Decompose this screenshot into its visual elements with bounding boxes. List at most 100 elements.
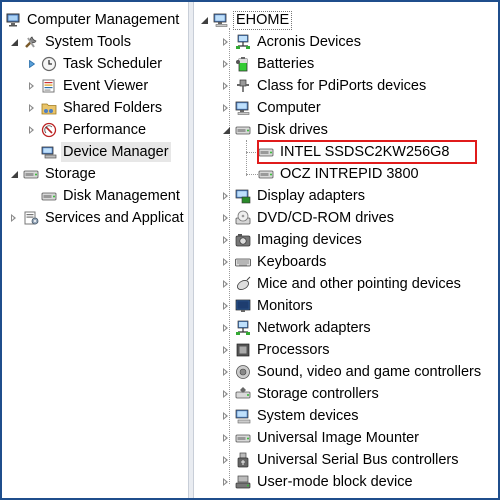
computer-icon [235, 100, 251, 116]
category-mice[interactable]: Mice and other pointing devices [220, 274, 463, 294]
block-device-icon [235, 474, 251, 490]
category-processors[interactable]: Processors [220, 340, 332, 360]
tree-label: Mice and other pointing devices [257, 276, 461, 292]
category-computer[interactable]: Computer [220, 98, 323, 118]
tree-item-shared-folders[interactable]: Shared Folders [26, 98, 164, 118]
tree-item-task-scheduler[interactable]: Task Scheduler [26, 54, 164, 74]
tree-item-disk-management[interactable]: Disk Management [26, 186, 182, 206]
expand-toggle[interactable] [26, 76, 38, 96]
category-user-mode-block-device[interactable]: User-mode block device [220, 472, 415, 492]
expand-toggle[interactable] [220, 472, 232, 492]
collapse-toggle[interactable] [220, 120, 232, 140]
expand-toggle[interactable] [220, 362, 232, 382]
expand-toggle[interactable] [26, 120, 38, 140]
tree-label: Keyboards [257, 254, 327, 270]
tree-item-computer-root[interactable]: EHOME [198, 10, 293, 30]
expand-toggle[interactable] [220, 406, 232, 426]
tree-label: User-mode block device [257, 474, 413, 490]
expand-toggle[interactable] [220, 230, 232, 250]
plug-icon [235, 78, 251, 94]
tree-item-event-viewer[interactable]: Event Viewer [26, 76, 150, 96]
tree-item-computer-management[interactable]: Computer Management [2, 10, 181, 30]
expand-toggle[interactable] [220, 186, 232, 206]
category-system-devices[interactable]: System devices [220, 406, 361, 426]
tree-item-services[interactable]: Services and Applicat [8, 208, 186, 228]
tree-label: OCZ INTREPID 3800 [280, 166, 419, 182]
tree-label: Imaging devices [257, 232, 362, 248]
collapse-toggle[interactable] [8, 164, 20, 184]
clock-icon [41, 56, 57, 72]
highlight-box [257, 140, 477, 164]
tree-item-performance[interactable]: Performance [26, 120, 148, 140]
collapse-toggle[interactable] [198, 10, 210, 30]
category-sound[interactable]: Sound, video and game controllers [220, 362, 483, 382]
device-tree-pane[interactable]: EHOME Acronis Devices Batteries Class fo… [194, 2, 498, 498]
expand-toggle[interactable] [220, 252, 232, 272]
tree-item-storage[interactable]: Storage [8, 164, 98, 184]
category-pdiports[interactable]: Class for PdiPorts devices [220, 76, 428, 96]
tree-label: Event Viewer [63, 78, 149, 94]
toggle-spacer [26, 186, 38, 206]
expand-toggle[interactable] [220, 208, 232, 228]
storage-controller-icon [235, 386, 251, 402]
display-adapter-icon [235, 188, 251, 204]
tree-label: Acronis Devices [257, 34, 361, 50]
performance-icon [41, 122, 57, 138]
console-tree-pane[interactable]: Computer Management System Tools Task Sc… [2, 2, 188, 498]
tree-label: Network adapters [257, 320, 371, 336]
expand-toggle[interactable] [26, 54, 38, 74]
tree-connector [246, 140, 247, 176]
expand-toggle[interactable] [220, 450, 232, 470]
window-frame: Computer Management System Tools Task Sc… [0, 0, 500, 500]
tree-label: Storage [45, 166, 96, 182]
tree-item-device-manager[interactable]: Device Manager [26, 142, 171, 162]
tree-label: Task Scheduler [63, 56, 163, 72]
category-acronis[interactable]: Acronis Devices [220, 32, 363, 52]
expand-toggle[interactable] [8, 208, 20, 228]
keyboard-icon [235, 254, 251, 270]
tree-label: Performance [63, 122, 147, 138]
collapse-toggle[interactable] [8, 32, 20, 52]
expand-toggle[interactable] [220, 32, 232, 52]
tree-label: Services and Applicat [45, 210, 184, 226]
tree-label: EHOME [233, 10, 293, 30]
system-device-icon [235, 408, 251, 424]
disk-drive-icon [235, 122, 251, 138]
expand-toggle[interactable] [220, 76, 232, 96]
tree-label: Display adapters [257, 188, 365, 204]
expand-toggle[interactable] [220, 296, 232, 316]
expand-toggle[interactable] [220, 340, 232, 360]
tree-label: Batteries [257, 56, 315, 72]
expand-toggle[interactable] [220, 54, 232, 74]
expand-toggle[interactable] [220, 274, 232, 294]
category-monitors[interactable]: Monitors [220, 296, 315, 316]
expand-toggle[interactable] [220, 318, 232, 338]
category-batteries[interactable]: Batteries [220, 54, 316, 74]
category-disk-drives[interactable]: Disk drives [220, 120, 330, 140]
image-mounter-icon [235, 430, 251, 446]
tree-item-system-tools[interactable]: System Tools [8, 32, 133, 52]
device-ocz-intrepid[interactable]: OCZ INTREPID 3800 [258, 164, 421, 184]
category-usb-controllers[interactable]: Universal Serial Bus controllers [220, 450, 460, 470]
event-viewer-icon [41, 78, 57, 94]
category-universal-image-mounter[interactable]: Universal Image Mounter [220, 428, 421, 448]
category-network-adapters[interactable]: Network adapters [220, 318, 373, 338]
category-imaging-devices[interactable]: Imaging devices [220, 230, 364, 250]
expand-toggle[interactable] [220, 384, 232, 404]
category-storage-controllers[interactable]: Storage controllers [220, 384, 381, 404]
mouse-icon [235, 276, 251, 292]
category-display-adapters[interactable]: Display adapters [220, 186, 367, 206]
tree-label: Sound, video and game controllers [257, 364, 482, 380]
storage-icon [23, 166, 39, 182]
speaker-icon [235, 364, 251, 380]
expand-toggle[interactable] [220, 98, 232, 118]
disk-drive-icon [258, 166, 274, 182]
computer-icon [213, 12, 229, 28]
expand-toggle[interactable] [26, 98, 38, 118]
expand-toggle[interactable] [220, 428, 232, 448]
category-dvd-drives[interactable]: DVD/CD-ROM drives [220, 208, 396, 228]
computer-management-icon [5, 12, 21, 28]
network-adapter-icon [235, 320, 251, 336]
tree-label: Storage controllers [257, 386, 379, 402]
category-keyboards[interactable]: Keyboards [220, 252, 328, 272]
